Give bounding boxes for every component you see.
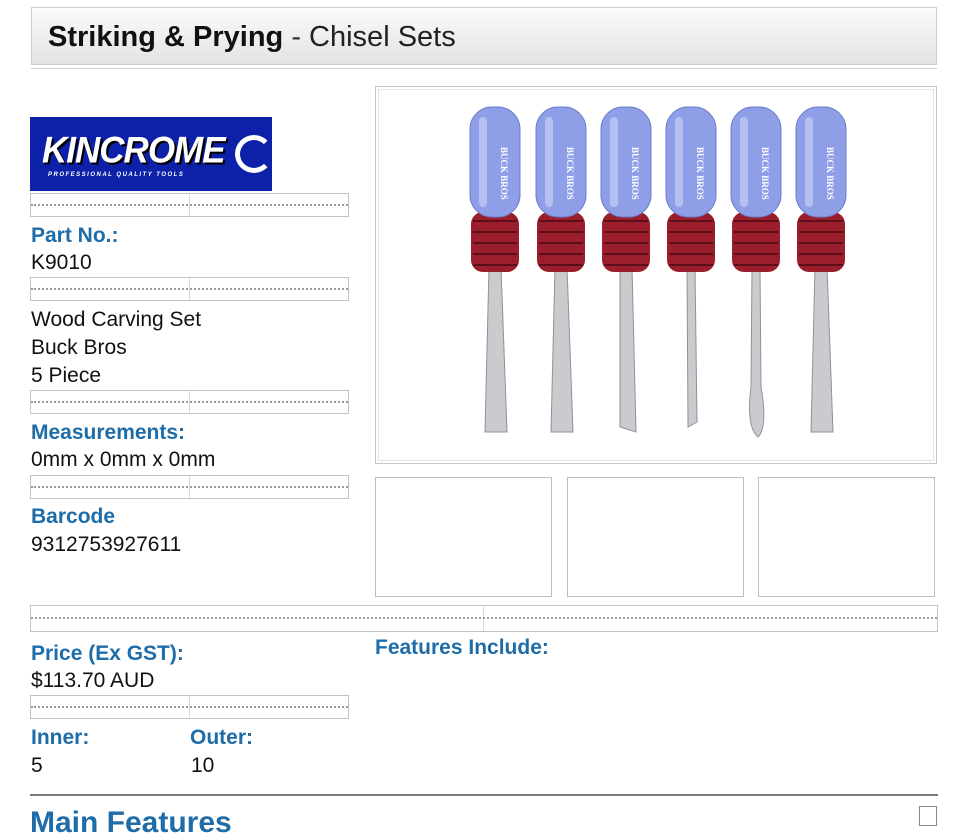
divider	[30, 695, 349, 719]
chisel: BUCK BROS	[665, 106, 717, 428]
brand-logo-tagline: PROFESSIONAL QUALITY TOOLS	[48, 172, 185, 178]
chisel-set-illustration: BUCK BROS BUCK BROS BUCK BROS BUCK BROS BUCK…	[469, 106, 847, 438]
price-value: $113.70 AUD	[31, 669, 155, 692]
description-line: 5 Piece	[31, 364, 102, 387]
page-header: Striking & Prying - Chisel Sets	[31, 7, 937, 65]
chisel: BUCK BROS	[795, 106, 847, 433]
measurements-value: 0mm x 0mm x 0mm	[31, 448, 216, 471]
outer-label: Outer:	[190, 726, 253, 749]
divider	[30, 475, 349, 499]
chisel: BUCK BROS	[600, 106, 652, 433]
part-no-label: Part No.:	[31, 224, 119, 247]
thumbnail-1[interactable]	[375, 477, 552, 597]
thumbnail-3[interactable]	[758, 477, 935, 597]
page-title: Striking & Prying - Chisel Sets	[48, 21, 456, 54]
brand-logo: KINCROME PROFESSIONAL QUALITY TOOLS	[30, 117, 272, 191]
barcode-value: 9312753927611	[31, 533, 182, 556]
subcategory-title: Chisel Sets	[309, 21, 456, 53]
chisel: BUCK BROS	[535, 106, 587, 433]
svg-text:BUCK BROS: BUCK BROS	[825, 147, 835, 200]
inner-label: Inner:	[31, 726, 90, 749]
brand-logo-text: KINCROME	[42, 130, 226, 171]
features-include-label: Features Include:	[375, 636, 549, 659]
divider	[30, 277, 349, 301]
chisel: BUCK BROS	[469, 106, 521, 433]
svg-text:BUCK BROS: BUCK BROS	[760, 147, 770, 200]
category-title: Striking & Prying	[48, 21, 284, 53]
svg-text:BUCK BROS: BUCK BROS	[695, 147, 705, 200]
header-divider	[31, 68, 937, 69]
outer-value: 10	[191, 754, 215, 777]
section-divider	[30, 605, 938, 632]
svg-text:BUCK BROS: BUCK BROS	[565, 147, 575, 200]
price-label: Price (Ex GST):	[31, 642, 184, 665]
title-separator: -	[283, 21, 310, 53]
expand-toggle[interactable]	[919, 806, 937, 826]
divider	[30, 193, 349, 217]
divider	[30, 390, 349, 414]
product-image[interactable]: BUCK BROS BUCK BROS BUCK BROS BUCK BROS BUCK…	[375, 86, 937, 464]
svg-text:BUCK BROS: BUCK BROS	[630, 147, 640, 200]
svg-text:BUCK BROS: BUCK BROS	[499, 147, 509, 200]
brand-logo-arc	[235, 135, 272, 173]
part-no-value: K9010	[31, 251, 92, 274]
chisel: BUCK BROS	[730, 106, 782, 438]
description-line: Buck Bros	[31, 336, 127, 359]
measurements-label: Measurements:	[31, 421, 186, 444]
thumbnail-2[interactable]	[567, 477, 744, 597]
description-line: Wood Carving Set	[31, 308, 202, 331]
inner-value: 5	[31, 754, 43, 777]
main-features-rule	[30, 794, 938, 796]
barcode-label: Barcode	[31, 505, 116, 528]
main-features-heading: Main Features	[30, 806, 232, 839]
